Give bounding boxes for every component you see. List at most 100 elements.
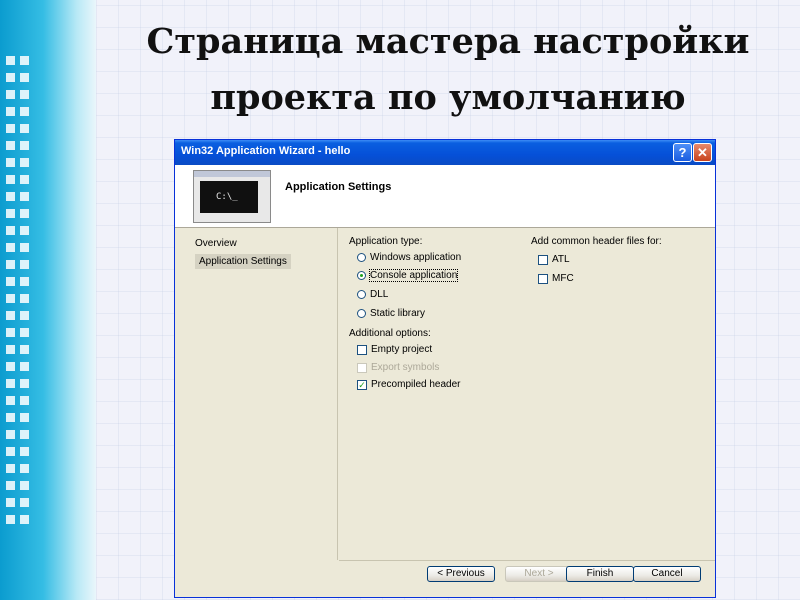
decorative-square [6,107,15,116]
previous-button[interactable]: < Previous [427,566,495,582]
decorative-square [20,413,29,422]
decorative-square [20,464,29,473]
checkbox-label: Export symbols [371,362,440,373]
decorative-square [6,90,15,99]
decorative-square [20,515,29,524]
wizard-window: Win32 Application Wizard - hello ? ✕ C:\… [174,139,716,598]
decorative-square [20,396,29,405]
decorative-square [6,243,15,252]
radio-dll[interactable]: DLL [357,289,388,300]
radio-label: DLL [370,289,389,300]
checkbox-icon [538,273,548,284]
application-type-label: Application type: [349,236,423,247]
decorative-square [20,158,29,167]
decorative-square [6,481,15,490]
decorative-square [20,294,29,303]
common-headers-label: Add common header files for: [531,236,662,247]
checkbox-empty-project[interactable]: Empty project [357,344,432,355]
decorative-square [20,141,29,150]
radio-icon [357,309,366,318]
decorative-square [20,447,29,456]
footer-divider [339,560,715,561]
decorative-square [20,362,29,371]
decorative-square [20,124,29,133]
decorative-square [20,226,29,235]
radio-label: Static library [370,308,426,319]
checkbox-precompiled-header[interactable]: ✓ Precompiled header [357,379,461,390]
decorative-square [6,124,15,133]
checkbox-mfc[interactable]: MFC [538,273,574,284]
decorative-square [6,294,15,303]
window-titlebar[interactable]: Win32 Application Wizard - hello ? ✕ [175,140,715,165]
checkbox-label: ATL [552,254,570,265]
decorative-square [6,379,15,388]
radio-icon [357,253,366,262]
decorative-square [20,56,29,65]
radio-selected-icon [357,271,366,280]
decorative-square [6,362,15,371]
checkbox-label: Precompiled header [371,379,461,390]
console-window-strip [194,171,270,177]
console-app-icon: C:\_ [193,170,271,223]
radio-windows-application[interactable]: Windows application [357,252,461,263]
decorative-square [6,260,15,269]
decorative-square [20,277,29,286]
radio-console-application[interactable]: Console application [357,269,459,282]
decorative-square [20,90,29,99]
checkbox-atl[interactable]: ATL [538,254,570,265]
decorative-square [20,498,29,507]
decorative-square [6,277,15,286]
decorative-square [6,328,15,337]
decorative-square [6,464,15,473]
decorative-square [6,192,15,201]
decorative-square [20,379,29,388]
decorative-square [6,209,15,218]
close-button[interactable]: ✕ [693,143,712,162]
next-button: Next > [505,566,573,582]
decorative-square [6,226,15,235]
decorative-square [20,107,29,116]
additional-options-label: Additional options: [349,328,431,339]
decorative-square [20,430,29,439]
decorative-square [6,73,15,82]
radio-label: Console application [368,269,459,282]
decorative-square [20,311,29,320]
checkbox-icon [538,254,548,265]
checkbox-icon [357,344,367,355]
slide-title: Страница мастера настройки проекта по ум… [96,14,800,126]
decorative-square [20,481,29,490]
checkbox-label: MFC [552,273,574,284]
decorative-square [20,209,29,218]
decorative-side-strip [0,0,96,600]
decorative-square [6,498,15,507]
decorative-square [6,56,15,65]
decorative-square [6,515,15,524]
decorative-square [20,328,29,337]
radio-static-library[interactable]: Static library [357,308,425,319]
decorative-square [6,447,15,456]
finish-button[interactable]: Finish [566,566,634,582]
checkmark-icon: ✓ [357,379,367,390]
radio-icon [357,290,366,299]
decorative-square [20,73,29,82]
wizard-nav: Overview Application Settings [175,228,338,560]
checkbox-icon [357,362,367,373]
decorative-square [6,175,15,184]
radio-label: Windows application [370,252,462,263]
wizard-header: C:\_ Application Settings [175,165,715,228]
decorative-square [20,192,29,201]
decorative-square [20,260,29,269]
decorative-square [6,311,15,320]
nav-item-application-settings[interactable]: Application Settings [195,254,291,269]
decorative-square [6,413,15,422]
cancel-button[interactable]: Cancel [633,566,701,582]
decorative-square [6,141,15,150]
slide-title-line-1: Страница мастера настройки [146,21,750,62]
decorative-square [20,345,29,354]
window-title: Win32 Application Wizard - hello [181,145,351,157]
help-button[interactable]: ? [673,143,692,162]
decorative-square [6,430,15,439]
decorative-square [20,243,29,252]
nav-item-overview[interactable]: Overview [195,238,237,249]
decorative-square [6,158,15,167]
